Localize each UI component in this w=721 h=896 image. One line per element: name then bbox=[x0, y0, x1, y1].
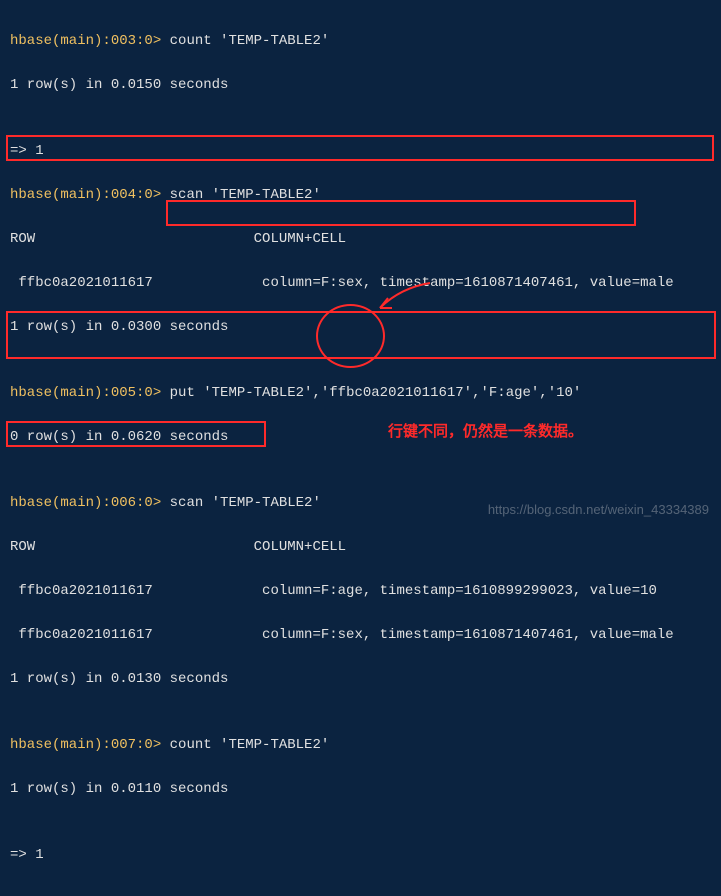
line: hbase(main):005:0> put 'TEMP-TABLE2','ff… bbox=[10, 382, 711, 404]
prompt: hbase(main):006:0> bbox=[10, 495, 161, 511]
line: 1 row(s) in 0.0300 seconds bbox=[10, 316, 711, 338]
watermark-text: https://blog.csdn.net/weixin_43334389 bbox=[488, 502, 709, 517]
command-text: scan 'TEMP-TABLE2' bbox=[161, 495, 321, 511]
line: ROW COLUMN+CELL bbox=[10, 228, 711, 250]
line: ffbc0a2021011617 column=F:sex, timestamp… bbox=[10, 624, 711, 646]
line: 1 row(s) in 0.0150 seconds bbox=[10, 74, 711, 96]
terminal-output: hbase(main):003:0> count 'TEMP-TABLE2' 1… bbox=[0, 0, 721, 896]
line: 0 row(s) in 0.0620 seconds bbox=[10, 426, 711, 448]
line: => 1 bbox=[10, 844, 711, 866]
line: 1 row(s) in 0.0110 seconds bbox=[10, 778, 711, 800]
prompt: hbase(main):007:0> bbox=[10, 737, 161, 753]
prompt: hbase(main):003:0> bbox=[10, 33, 161, 49]
command-text: scan 'TEMP-TABLE2' bbox=[161, 187, 321, 203]
prompt: hbase(main):005:0> bbox=[10, 385, 161, 401]
line: hbase(main):003:0> count 'TEMP-TABLE2' bbox=[10, 30, 711, 52]
line: hbase(main):007:0> count 'TEMP-TABLE2' bbox=[10, 734, 711, 756]
command-text: put 'TEMP-TABLE2','ffbc0a2021011617','F:… bbox=[161, 385, 581, 401]
line: 1 row(s) in 0.0130 seconds bbox=[10, 668, 711, 690]
prompt: hbase(main):004:0> bbox=[10, 187, 161, 203]
line: ffbc0a2021011617 column=F:age, timestamp… bbox=[10, 580, 711, 602]
line: => 1 bbox=[10, 140, 711, 162]
command-text: count 'TEMP-TABLE2' bbox=[161, 737, 329, 753]
command-text: count 'TEMP-TABLE2' bbox=[161, 33, 329, 49]
line: hbase(main):004:0> scan 'TEMP-TABLE2' bbox=[10, 184, 711, 206]
annotation-text: 行键不同，仍然是一条数据。 bbox=[388, 420, 583, 441]
line: ROW COLUMN+CELL bbox=[10, 536, 711, 558]
line: ffbc0a2021011617 column=F:sex, timestamp… bbox=[10, 272, 711, 294]
